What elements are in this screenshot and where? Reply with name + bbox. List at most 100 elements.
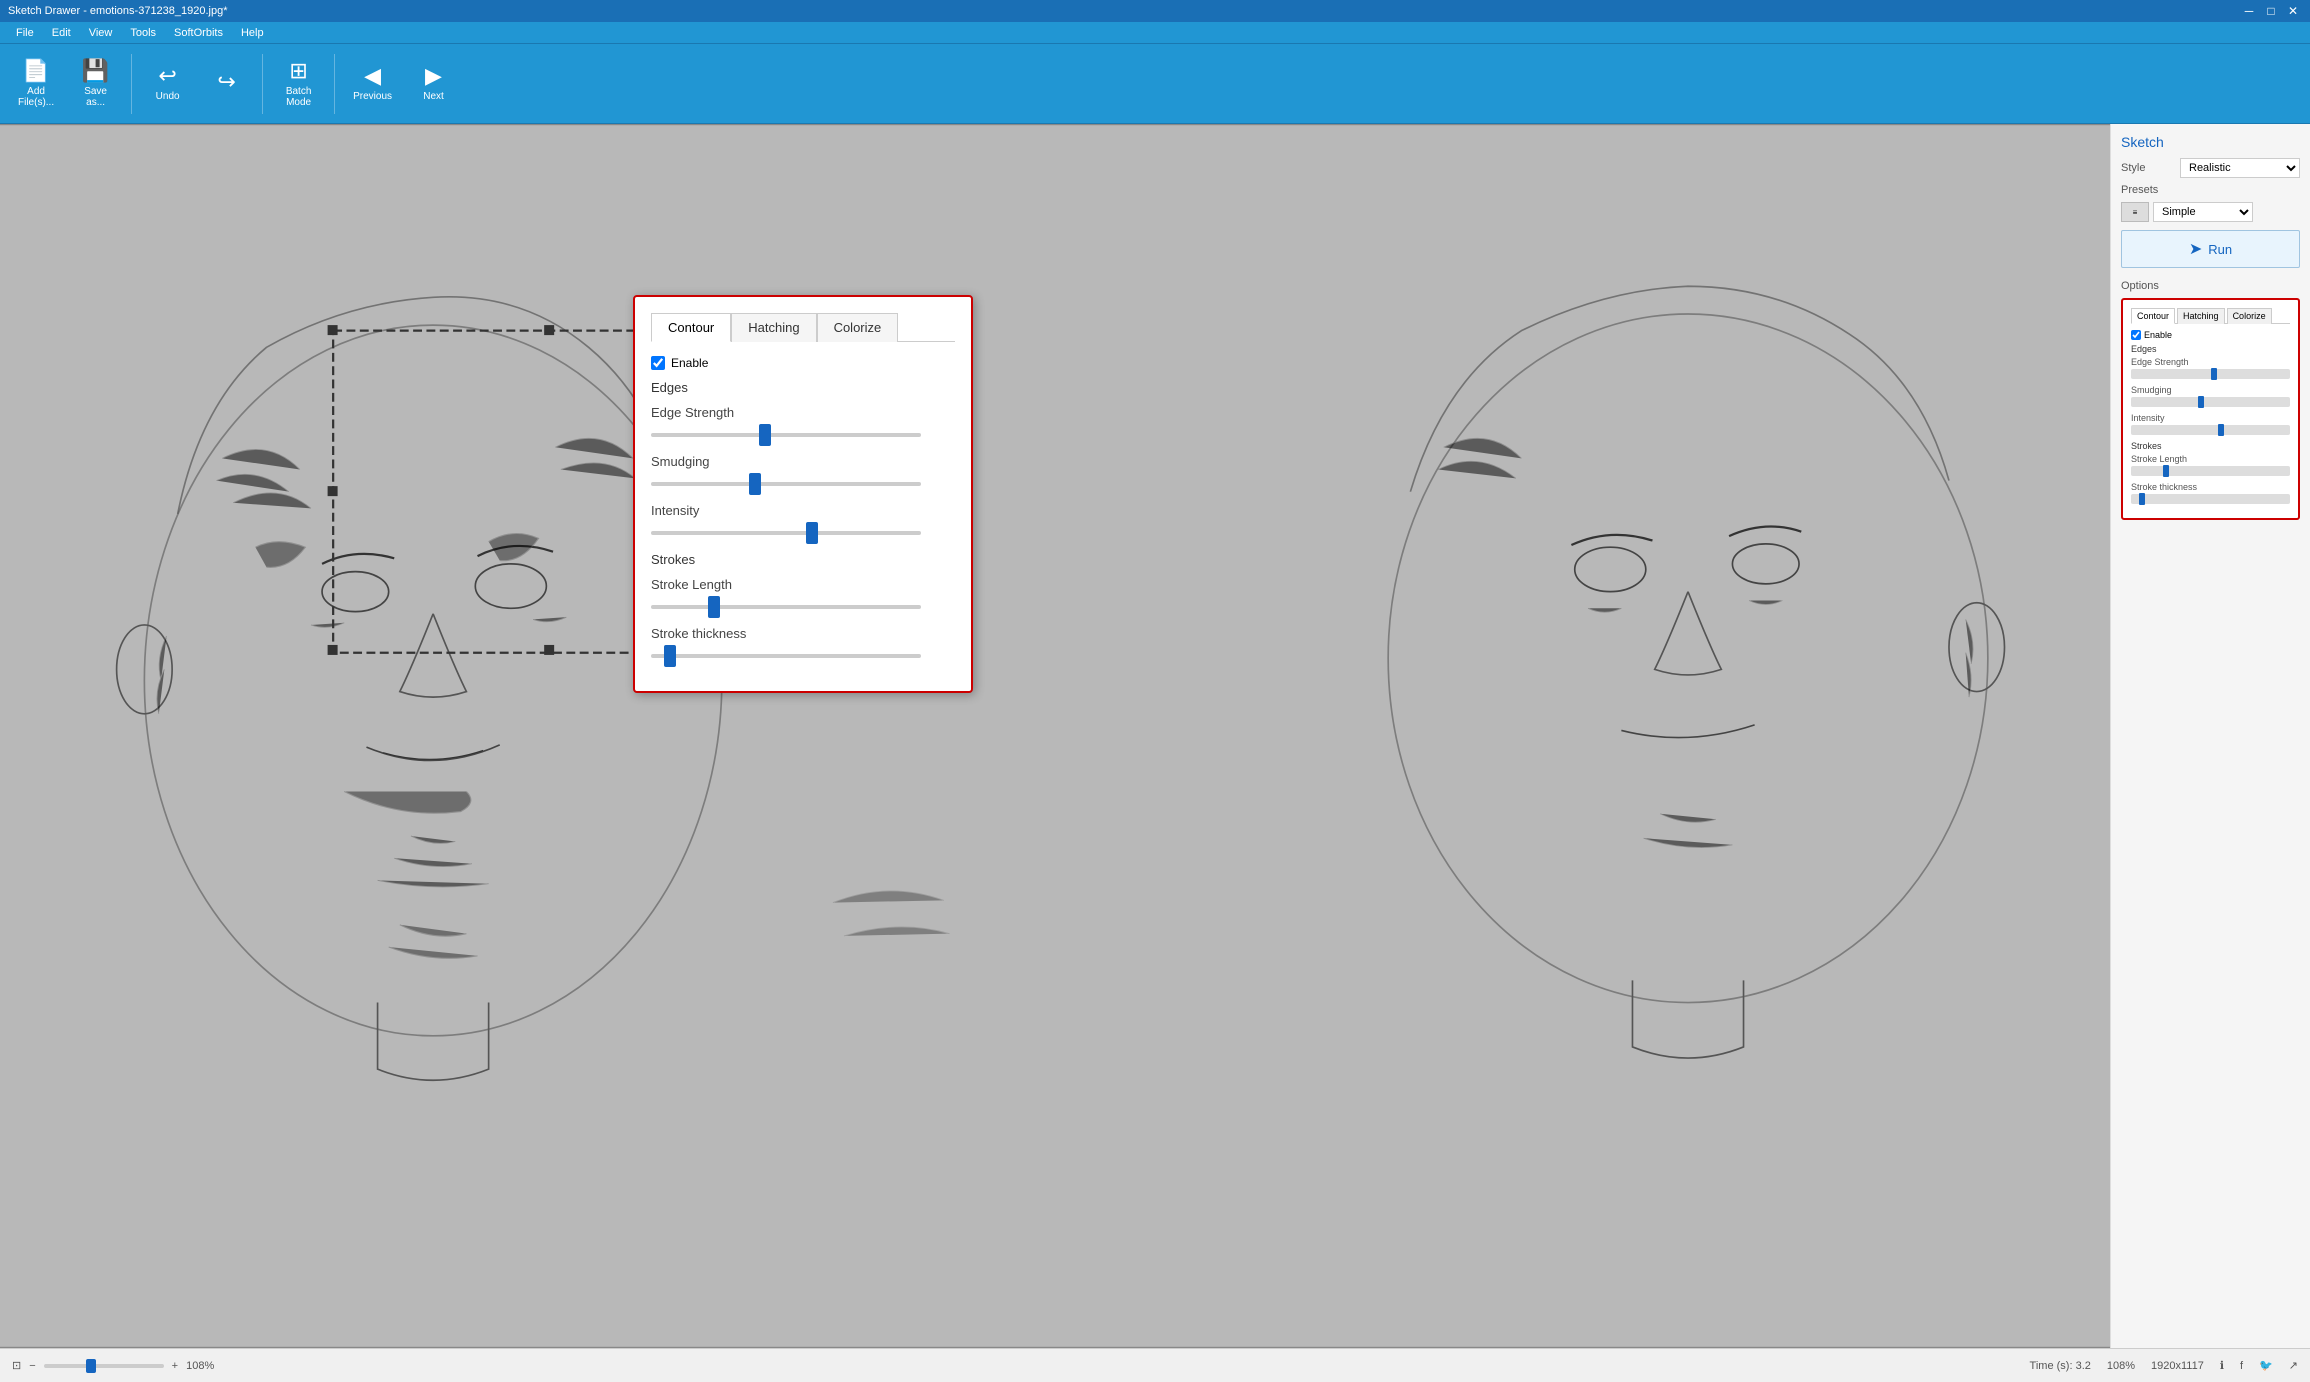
style-row: Style Realistic — [2121, 158, 2300, 178]
add-files-icon: 📄 — [22, 60, 49, 82]
mini-enable-row: Enable — [2131, 330, 2290, 340]
stroke-thickness-group: Stroke thickness — [651, 626, 955, 661]
maximize-button[interactable]: □ — [2262, 2, 2280, 20]
undo-icon: ↩ — [158, 65, 176, 87]
run-label: Run — [2208, 242, 2232, 257]
preset-icon: ≡ — [2121, 202, 2149, 222]
stroke-thickness-slider[interactable] — [651, 654, 921, 658]
style-label: Style — [2121, 162, 2145, 174]
right-panel-title: Sketch — [2121, 134, 2300, 150]
right-panel: Sketch Style Realistic Presets ≡ Simple … — [2110, 124, 2310, 1348]
mini-stroke-length-group: Stroke Length — [2131, 454, 2290, 476]
mini-options-panel: Contour Hatching Colorize Enable Edges E… — [2121, 298, 2300, 520]
close-button[interactable]: ✕ — [2284, 2, 2302, 20]
batch-mode-button[interactable]: ⊞ BatchMode — [271, 54, 326, 114]
menu-softorbits[interactable]: SoftOrbits — [166, 25, 231, 41]
status-right: Time (s): 3.2 108% 1920x1117 ℹ f 🐦 ↗ — [2030, 1359, 2298, 1372]
mini-stroke-thickness-label: Stroke thickness — [2131, 482, 2290, 492]
menu-edit[interactable]: Edit — [44, 25, 79, 41]
view-icon: ⊡ — [12, 1359, 21, 1372]
mini-tab-hatching[interactable]: Hatching — [2177, 308, 2225, 324]
info-icon: ℹ — [2220, 1359, 2224, 1372]
canvas-area[interactable]: Contour Hatching Colorize Enable Edges E… — [0, 124, 2110, 1348]
edges-section-header: Edges — [651, 380, 955, 395]
mini-stroke-length-thumb — [2163, 465, 2169, 477]
next-label: Next — [423, 91, 444, 102]
intensity-label: Intensity — [651, 503, 955, 518]
previous-label: Previous — [353, 91, 392, 102]
status-bar: ⊡ − + 108% Time (s): 3.2 108% 1920x1117 … — [0, 1348, 2310, 1382]
sketch-canvas — [0, 124, 2110, 1348]
mini-edge-strength-group: Edge Strength — [2131, 357, 2290, 379]
mini-smudging-group: Smudging — [2131, 385, 2290, 407]
stroke-length-group: Stroke Length — [651, 577, 955, 612]
time-label: Time (s): 3.2 — [2030, 1360, 2091, 1372]
zoom-minus-icon[interactable]: − — [29, 1360, 35, 1372]
add-files-label: AddFile(s)... — [18, 86, 54, 108]
stroke-length-slider[interactable] — [651, 605, 921, 609]
previous-button[interactable]: ◀ Previous — [343, 59, 402, 108]
mini-strokes-header: Strokes — [2131, 441, 2290, 451]
redo-button[interactable]: ↪ — [199, 65, 254, 103]
style-select[interactable]: Realistic — [2180, 158, 2300, 178]
mini-smudging-track — [2131, 397, 2290, 407]
zoom-plus-icon[interactable]: + — [172, 1360, 178, 1372]
menu-view[interactable]: View — [81, 25, 121, 41]
enable-row: Enable — [651, 356, 955, 370]
add-files-button[interactable]: 📄 AddFile(s)... — [8, 54, 64, 114]
window-controls: ─ □ ✕ — [2240, 2, 2302, 20]
menu-file[interactable]: File — [8, 25, 42, 41]
undo-label: Undo — [156, 91, 180, 102]
floating-panel: Contour Hatching Colorize Enable Edges E… — [633, 295, 973, 693]
save-as-button[interactable]: 💾 Saveas... — [68, 54, 123, 114]
intensity-slider[interactable] — [651, 531, 921, 535]
mini-intensity-track — [2131, 425, 2290, 435]
zoom-value: 108% — [186, 1360, 214, 1372]
toolbar-separator-3 — [334, 54, 335, 114]
presets-label: Presets — [2121, 184, 2158, 196]
mini-enable-checkbox[interactable] — [2131, 330, 2141, 340]
smudging-label: Smudging — [651, 454, 955, 469]
edge-strength-slider[interactable] — [651, 433, 921, 437]
status-left: ⊡ − + 108% — [12, 1359, 214, 1372]
next-button[interactable]: ▶ Next — [406, 59, 461, 108]
mini-tab-colorize[interactable]: Colorize — [2227, 308, 2272, 324]
panel-tabs: Contour Hatching Colorize — [651, 313, 955, 342]
tab-hatching[interactable]: Hatching — [731, 313, 816, 342]
menu-help[interactable]: Help — [233, 25, 272, 41]
tab-colorize[interactable]: Colorize — [817, 313, 899, 342]
facebook-icon[interactable]: f — [2240, 1360, 2243, 1372]
undo-button[interactable]: ↩ Undo — [140, 59, 195, 108]
twitter-icon[interactable]: 🐦 — [2259, 1359, 2273, 1372]
zoom-thumb — [86, 1359, 96, 1373]
share-icon[interactable]: ↗ — [2289, 1359, 2298, 1372]
mini-smudging-thumb — [2198, 396, 2204, 408]
tab-contour[interactable]: Contour — [651, 313, 731, 342]
toolbar: 📄 AddFile(s)... 💾 Saveas... ↩ Undo ↪ ⊞ B… — [0, 44, 2310, 124]
smudging-group: Smudging — [651, 454, 955, 489]
mini-tab-contour[interactable]: Contour — [2131, 308, 2175, 324]
run-button[interactable]: ➤ Run — [2121, 230, 2300, 268]
redo-icon: ↪ — [217, 71, 235, 93]
smudging-slider[interactable] — [651, 482, 921, 486]
run-arrow-icon: ➤ — [2189, 239, 2202, 259]
resolution-display: 1920x1117 — [2151, 1360, 2204, 1372]
presets-row: Presets — [2121, 184, 2300, 196]
stroke-length-label: Stroke Length — [651, 577, 955, 592]
mini-stroke-thickness-track — [2131, 494, 2290, 504]
enable-checkbox[interactable] — [651, 356, 665, 370]
mini-stroke-length-track — [2131, 466, 2290, 476]
save-as-label: Saveas... — [84, 86, 107, 108]
save-as-icon: 💾 — [82, 60, 109, 82]
enable-label: Enable — [671, 356, 708, 370]
mini-intensity-label: Intensity — [2131, 413, 2290, 423]
menu-tools[interactable]: Tools — [122, 25, 164, 41]
toolbar-separator-1 — [131, 54, 132, 114]
toolbar-separator-2 — [262, 54, 263, 114]
options-label: Options — [2121, 280, 2300, 292]
intensity-group: Intensity — [651, 503, 955, 538]
previous-icon: ◀ — [364, 65, 381, 87]
mini-edges-header: Edges — [2131, 344, 2290, 354]
minimize-button[interactable]: ─ — [2240, 2, 2258, 20]
presets-select[interactable]: Simple Classic Detailed — [2153, 202, 2253, 222]
